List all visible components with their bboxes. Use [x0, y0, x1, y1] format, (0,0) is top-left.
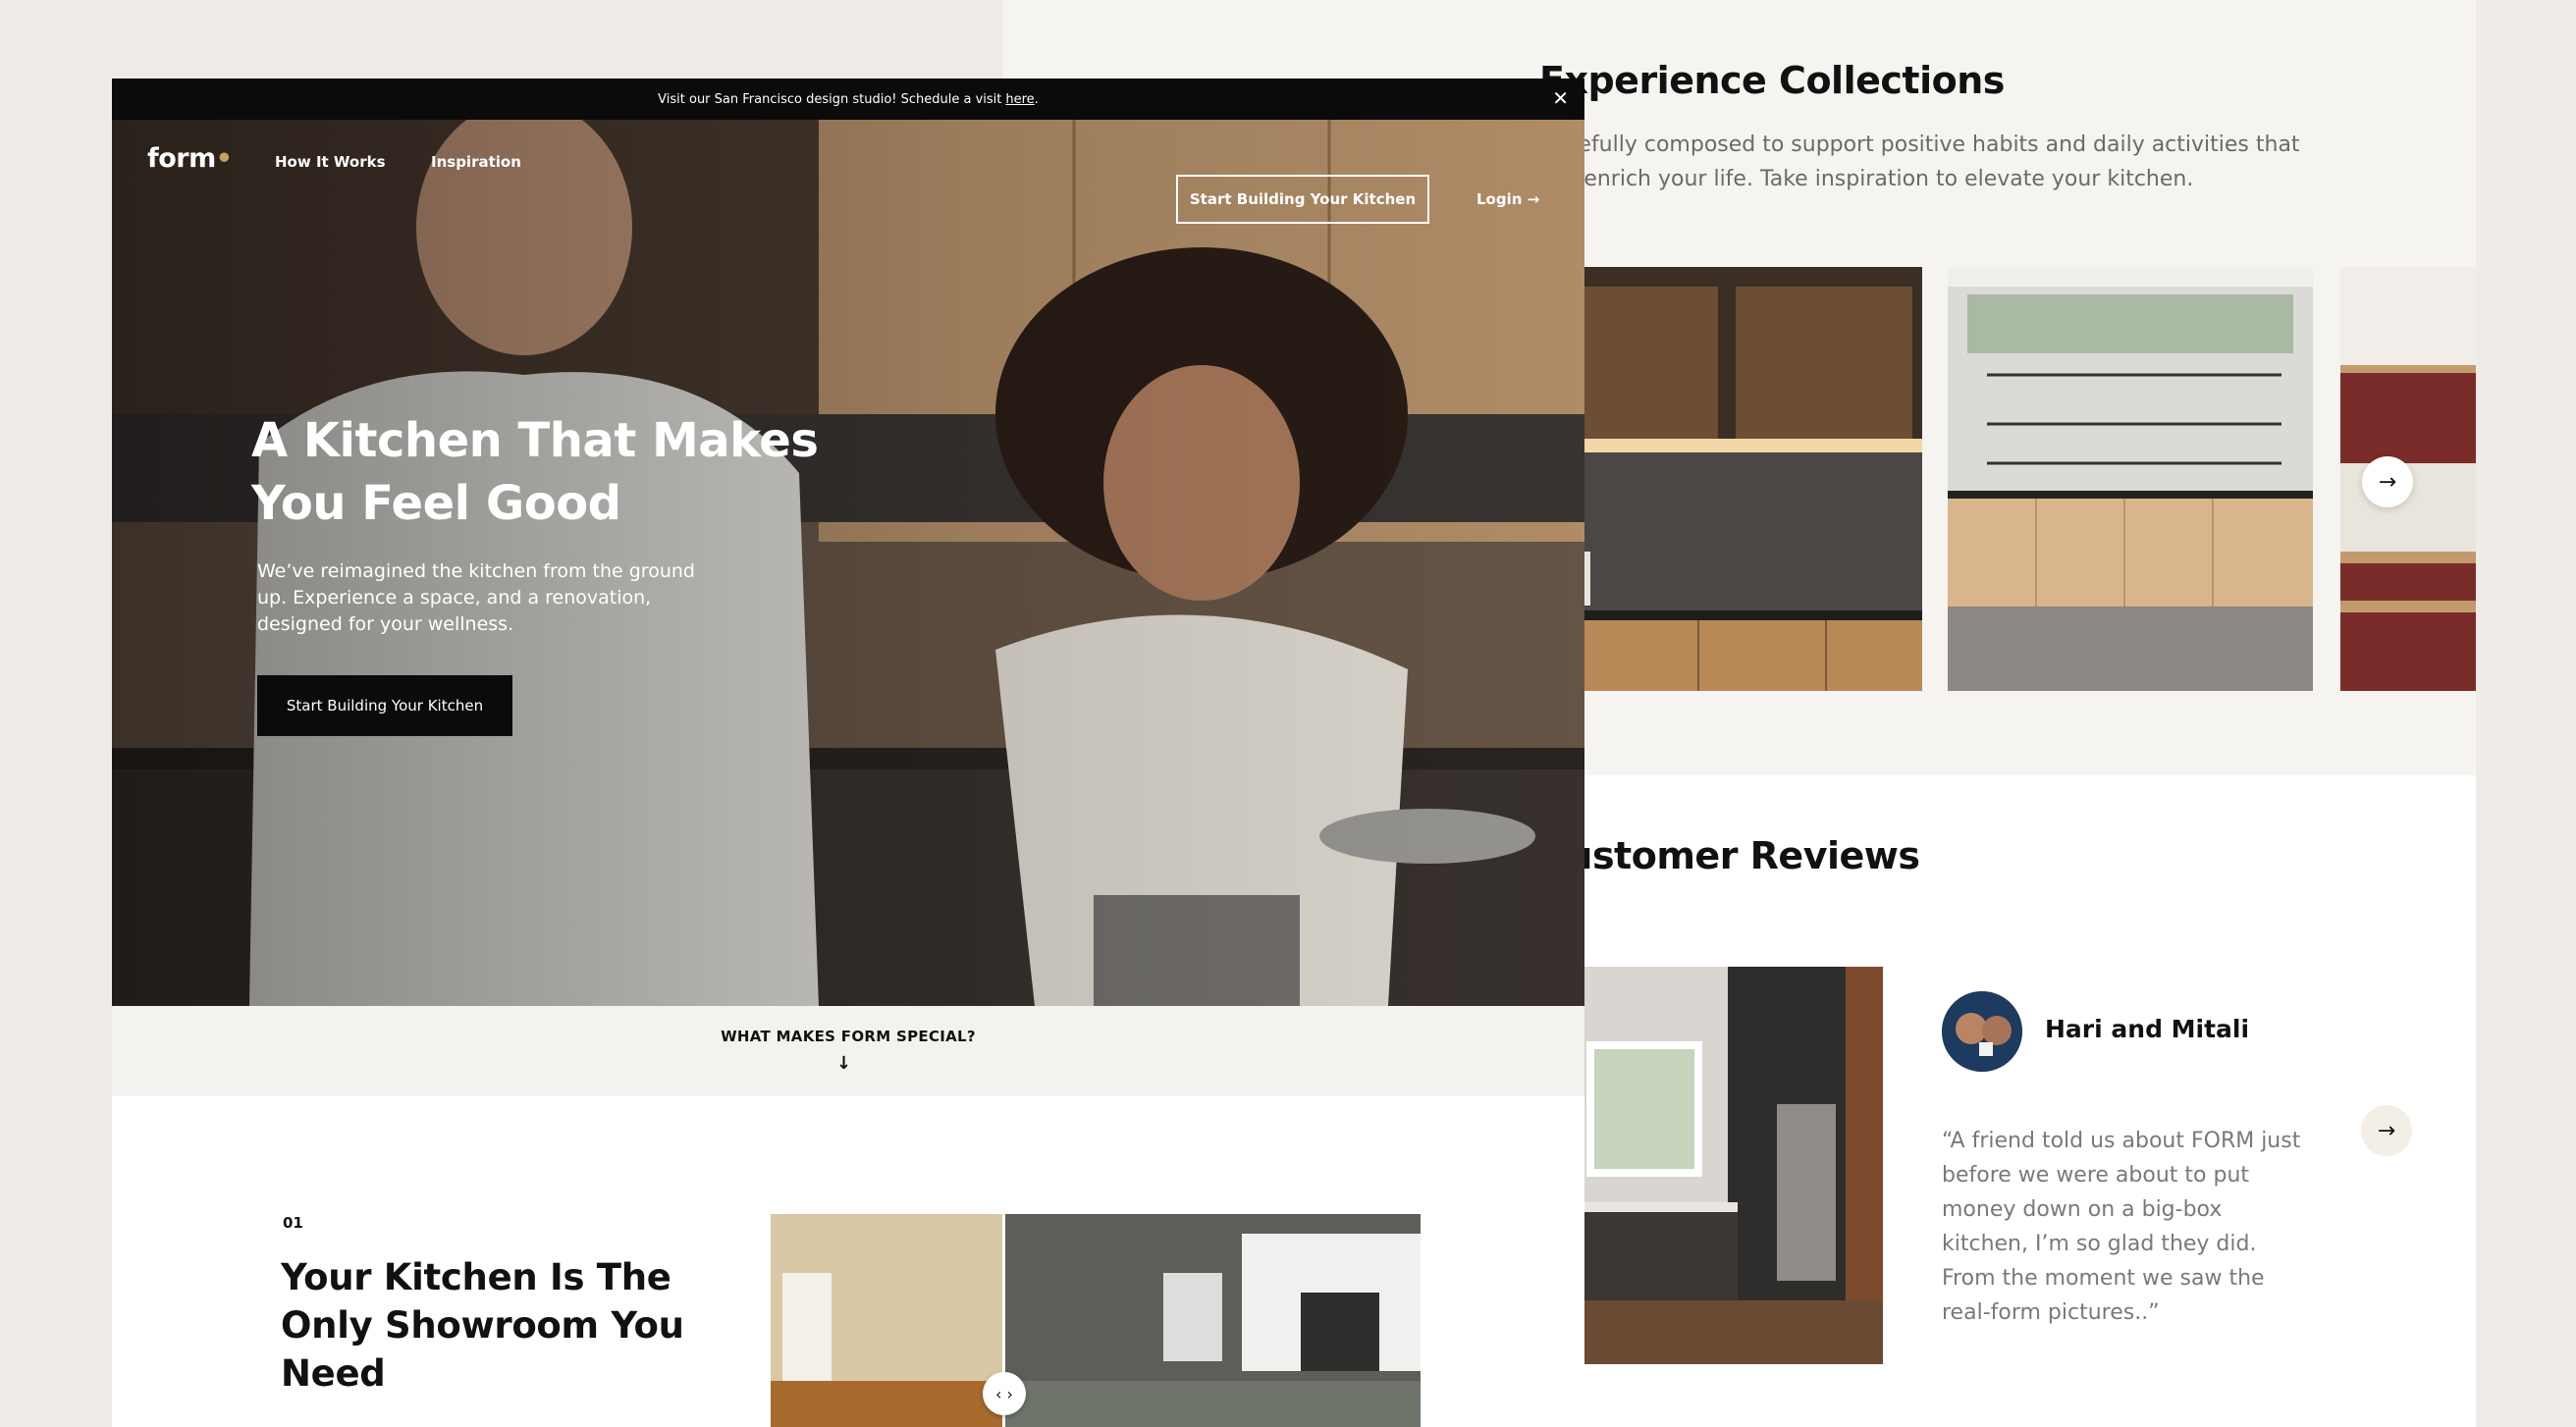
- collections-title: Experience Collections: [1539, 59, 2005, 102]
- nav-inspiration[interactable]: Inspiration: [431, 153, 521, 171]
- review-kitchen-image: [1551, 967, 1883, 1364]
- special-label: WHAT MAKES FORM SPECIAL?: [721, 1028, 976, 1045]
- login-link[interactable]: Login →: [1476, 190, 1539, 208]
- collections-description: Carefully composed to support positive h…: [1541, 132, 2300, 191]
- arrow-down-icon: ↓: [836, 1053, 852, 1074]
- reviewer-avatar: [1942, 991, 2022, 1072]
- before-after-slider[interactable]: [771, 1214, 1421, 1427]
- section-number: 01: [283, 1214, 303, 1232]
- review-quote: “A friend told us about FORM just before…: [1942, 1129, 2301, 1325]
- announcement-link[interactable]: here: [1005, 92, 1034, 107]
- collection-image-light-kitchen: [1948, 267, 2313, 691]
- logo-dot: •: [215, 143, 233, 174]
- close-icon[interactable]: ✕: [1552, 86, 1569, 110]
- reviewer-name: Hari and Mitali: [2045, 1015, 2250, 1043]
- hero-section: form• How It Works Inspiration Start Bui…: [112, 120, 1584, 1006]
- announcement-suffix: .: [1034, 91, 1039, 107]
- website-window: Visit our San Francisco design studio! S…: [112, 79, 1584, 1427]
- hero-description: We’ve reimagined the kitchen from the gr…: [257, 560, 695, 635]
- compare-handle-icon[interactable]: ‹ ›: [983, 1372, 1026, 1415]
- nav-start-building-button[interactable]: Start Building Your Kitchen: [1176, 175, 1429, 224]
- section-title: Your Kitchen Is The Only Showroom You Ne…: [281, 1256, 684, 1395]
- hero-title: A Kitchen That Makes You Feel Good: [251, 413, 819, 531]
- nav-how-it-works[interactable]: How It Works: [275, 153, 386, 171]
- arrow-right-icon: →: [2378, 469, 2397, 495]
- page-background-edge: [2476, 0, 2576, 1427]
- what-makes-special-bar[interactable]: WHAT MAKES FORM SPECIAL? ↓: [112, 1006, 1584, 1096]
- collections-next-button[interactable]: →: [2362, 456, 2413, 507]
- collection-image-dark-kitchen: [1531, 267, 1922, 691]
- logo[interactable]: form•: [147, 143, 233, 174]
- collection-card-dark[interactable]: [1531, 267, 1922, 691]
- announcement-bar: Visit our San Francisco design studio! S…: [112, 79, 1584, 120]
- logo-text: form: [147, 143, 216, 174]
- reviews-title: Customer Reviews: [1539, 834, 1920, 877]
- before-after-image: [771, 1214, 1421, 1427]
- hero-start-building-button[interactable]: Start Building Your Kitchen: [257, 675, 512, 736]
- announcement-text: Visit our San Francisco design studio! S…: [658, 91, 1002, 107]
- arrow-right-icon: →: [2377, 1118, 2396, 1143]
- reviews-next-button[interactable]: →: [2361, 1105, 2412, 1156]
- collection-card-light[interactable]: [1948, 267, 2313, 691]
